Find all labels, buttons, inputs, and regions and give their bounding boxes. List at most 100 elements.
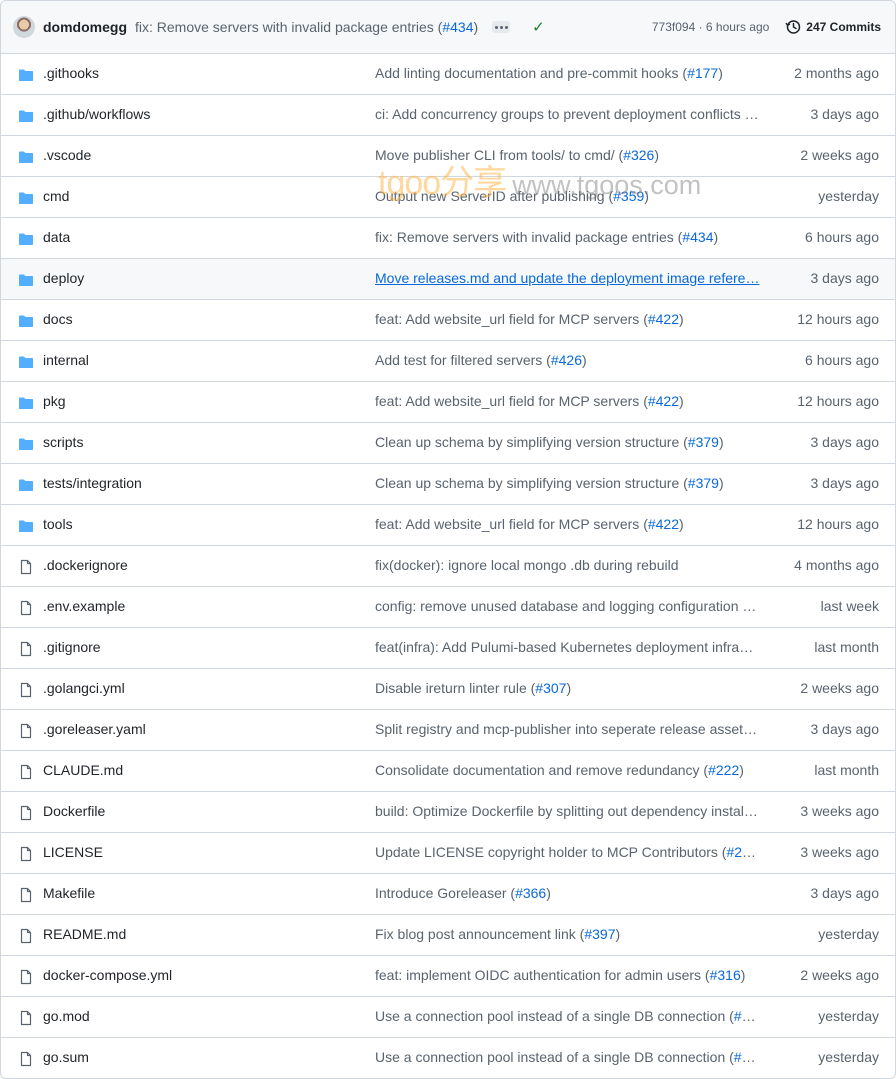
commit-age[interactable]: 3 days ago — [811, 106, 880, 122]
commit-message-link[interactable]: fix: Remove servers with invalid package… — [375, 229, 760, 245]
commit-message-text[interactable]: Disable ireturn linter rule ( — [375, 680, 535, 696]
file-name-link[interactable]: .vscode — [43, 147, 91, 163]
file-name-link[interactable]: Makefile — [43, 885, 95, 901]
pr-link[interactable]: #366 — [515, 885, 546, 901]
commit-message-link[interactable]: Clean up schema by simplifying version s… — [375, 475, 760, 491]
commit-message-link[interactable]: feat: Add website_url field for MCP serv… — [375, 516, 760, 532]
commit-message-link[interactable]: build: Optimize Dockerfile by splitting … — [375, 803, 760, 819]
file-name-link[interactable]: pkg — [43, 393, 66, 409]
commit-message-text[interactable]: Add test for filtered servers ( — [375, 352, 551, 368]
file-name-link[interactable]: .goreleaser.yaml — [43, 721, 146, 737]
file-name-link[interactable]: .dockerignore — [43, 557, 128, 573]
commits-link[interactable]: 247 Commits — [806, 20, 881, 34]
commit-age[interactable]: 12 hours ago — [797, 516, 879, 532]
author-avatar[interactable] — [13, 16, 35, 38]
file-row[interactable]: cmd Output new ServerID after publishing … — [1, 177, 895, 218]
commit-message-text[interactable]: build: Optimize Dockerfile by splitting … — [375, 803, 758, 819]
commit-message-text[interactable]: config: remove unused database and loggi… — [375, 598, 756, 614]
file-name-link[interactable]: tests/integration — [43, 475, 142, 491]
file-name-link[interactable]: Dockerfile — [43, 803, 105, 819]
file-name-link[interactable]: cmd — [43, 188, 69, 204]
commit-message-text[interactable]: Move publisher CLI from tools/ to cmd/ ( — [375, 147, 623, 163]
commit-message-link[interactable]: config: remove unused database and loggi… — [375, 598, 760, 614]
commit-message-text[interactable]: Add linting documentation and pre-commit… — [375, 65, 687, 81]
commit-message-text[interactable]: fix: Remove servers with invalid package… — [375, 229, 682, 245]
commit-message-link[interactable]: Fix blog post announcement link (#397) — [375, 926, 760, 942]
commit-age[interactable]: yesterday — [818, 1049, 879, 1065]
file-name-link[interactable]: .env.example — [43, 598, 125, 614]
latest-commit-pr-link[interactable]: #434 — [442, 19, 473, 35]
file-row[interactable]: Makefile Introduce Goreleaser (#366) 3 day… — [1, 874, 895, 915]
file-row[interactable]: docker-compose.yml feat: implement OIDC a… — [1, 956, 895, 997]
pr-link[interactable]: #4… — [734, 1008, 760, 1024]
file-row[interactable]: .goreleaser.yaml Split registry and mcp-p… — [1, 710, 895, 751]
commit-age[interactable]: 3 days ago — [811, 270, 880, 286]
commit-message-text[interactable]: Introduce Goreleaser ( — [375, 885, 515, 901]
expand-commit-button[interactable] — [492, 21, 511, 33]
commit-message-text[interactable]: feat: implement OIDC authentication for … — [375, 967, 710, 983]
file-row[interactable]: docs feat: Add website_url field for MCP … — [1, 300, 895, 341]
pr-link[interactable]: #422 — [648, 393, 679, 409]
file-row[interactable]: go.mod Use a connection pool instead of a… — [1, 997, 895, 1038]
commit-age[interactable]: 3 days ago — [811, 434, 880, 450]
file-row[interactable]: Dockerfile build: Optimize Dockerfile by … — [1, 792, 895, 833]
commit-message-link[interactable]: Add test for filtered servers (#426) — [375, 352, 760, 368]
commit-message-text[interactable]: feat: Add website_url field for MCP serv… — [375, 393, 648, 409]
latest-commit-text[interactable]: fix: Remove servers with invalid package… — [135, 19, 442, 35]
latest-commit-message[interactable]: fix: Remove servers with invalid package… — [135, 19, 478, 35]
pr-link[interactable]: #177 — [687, 65, 718, 81]
file-name-link[interactable]: docs — [43, 311, 73, 327]
commit-message-link[interactable]: feat: Add website_url field for MCP serv… — [375, 311, 760, 327]
file-name-link[interactable]: .github/workflows — [43, 106, 150, 122]
commit-age[interactable]: 2 weeks ago — [800, 147, 879, 163]
commit-age[interactable]: last week — [821, 598, 879, 614]
check-icon[interactable]: ✓ — [532, 18, 545, 36]
commit-message-text[interactable]: feat(infra): Add Pulumi-based Kubernetes… — [375, 639, 760, 655]
commit-message-link[interactable]: ci: Add concurrency groups to prevent de… — [375, 106, 760, 122]
file-row[interactable]: tools feat: Add website_url field for MCP… — [1, 505, 895, 546]
commit-message-link[interactable]: Update LICENSE copyright holder to MCP C… — [375, 844, 760, 860]
commit-message-text[interactable]: fix(docker): ignore local mongo .db duri… — [375, 557, 679, 573]
file-row[interactable]: data fix: Remove servers with invalid pac… — [1, 218, 895, 259]
file-name-link[interactable]: .githooks — [43, 65, 99, 81]
commit-message-link[interactable]: feat: implement OIDC authentication for … — [375, 967, 760, 983]
file-row[interactable]: LICENSE Update LICENSE copyright holder t… — [1, 833, 895, 874]
commit-age[interactable]: yesterday — [818, 188, 879, 204]
file-name-link[interactable]: deploy — [43, 270, 84, 286]
commit-age[interactable]: 3 days ago — [811, 885, 880, 901]
commit-age[interactable]: 2 weeks ago — [800, 680, 879, 696]
commit-age[interactable]: last month — [814, 762, 879, 778]
commit-message-link[interactable]: Use a connection pool instead of a singl… — [375, 1008, 760, 1024]
file-name-link[interactable]: .golangci.yml — [43, 680, 125, 696]
pr-link[interactable]: #397 — [584, 926, 615, 942]
pr-link[interactable]: #379 — [688, 434, 719, 450]
commit-message-text[interactable]: Output new ServerID after publishing ( — [375, 188, 613, 204]
file-row[interactable]: .env.example config: remove unused databa… — [1, 587, 895, 628]
commit-age[interactable]: 6 hours ago — [805, 352, 879, 368]
commit-message-link[interactable]: Move releases.md and update the deployme… — [375, 270, 760, 286]
file-name-link[interactable]: scripts — [43, 434, 83, 450]
file-row[interactable]: .dockerignore fix(docker): ignore local m… — [1, 546, 895, 587]
commit-message-link[interactable]: fix(docker): ignore local mongo .db duri… — [375, 557, 760, 573]
commit-message-text[interactable]: feat: Add website_url field for MCP serv… — [375, 516, 648, 532]
commit-age[interactable]: 6 hours ago — [805, 229, 879, 245]
file-row[interactable]: tests/integration Clean up schema by simp… — [1, 464, 895, 505]
commit-age[interactable]: 2 weeks ago — [800, 967, 879, 983]
commit-age[interactable]: 2 months ago — [794, 65, 879, 81]
file-row[interactable]: README.md Fix blog post announcement link… — [1, 915, 895, 956]
pr-link[interactable]: #359 — [613, 188, 644, 204]
commit-message-link[interactable]: feat(infra): Add Pulumi-based Kubernetes… — [375, 639, 760, 655]
commit-age[interactable]: 3 days ago — [811, 721, 880, 737]
file-name-link[interactable]: tools — [43, 516, 73, 532]
pr-link[interactable]: #434 — [682, 229, 713, 245]
commit-message-link[interactable]: Use a connection pool instead of a singl… — [375, 1049, 760, 1065]
commit-message-link[interactable]: Output new ServerID after publishing (#3… — [375, 188, 760, 204]
file-name-link[interactable]: go.sum — [43, 1049, 89, 1065]
file-name-link[interactable]: go.mod — [43, 1008, 90, 1024]
commit-sha-age[interactable]: 773f094 · 6 hours ago — [652, 20, 769, 34]
file-name-link[interactable]: CLAUDE.md — [43, 762, 123, 778]
commit-message-text[interactable]: Move releases.md and update the deployme… — [375, 270, 759, 286]
commit-age[interactable]: 4 months ago — [794, 557, 879, 573]
file-row[interactable]: .gitignore feat(infra): Add Pulumi-based … — [1, 628, 895, 669]
file-row[interactable]: .githooks Add linting documentation and p… — [1, 54, 895, 95]
